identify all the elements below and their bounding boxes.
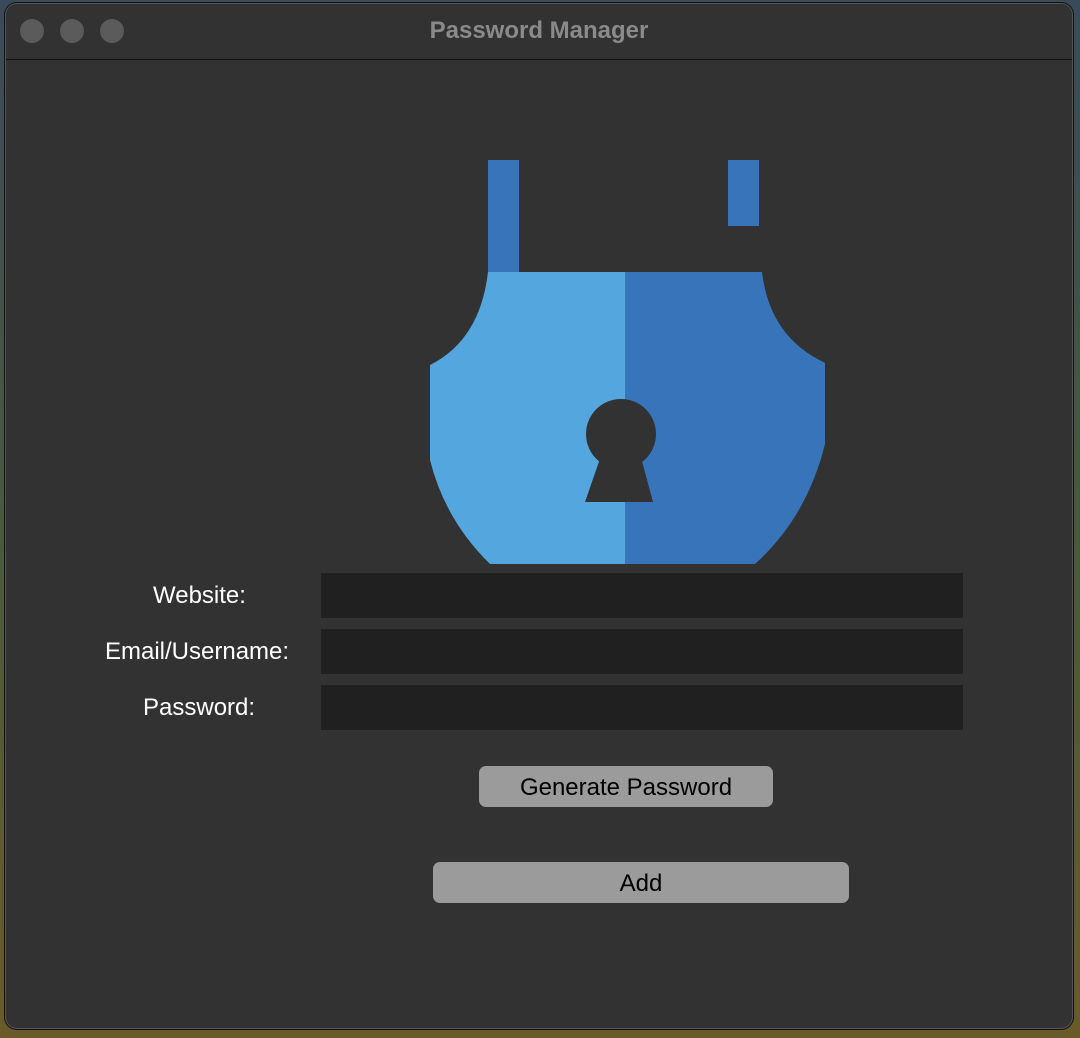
lock-body-right	[625, 272, 825, 564]
add-button[interactable]: Add	[433, 862, 849, 903]
padlock-icon	[430, 160, 825, 564]
email-username-label: Email/Username:	[105, 638, 290, 665]
generate-password-button[interactable]: Generate Password	[479, 766, 773, 807]
email-username-input[interactable]	[321, 629, 963, 674]
title-bar: Password Manager	[6, 4, 1072, 60]
website-input[interactable]	[321, 573, 963, 618]
window-title: Password Manager	[429, 17, 649, 44]
shackle-left	[488, 160, 519, 272]
password-label: Password:	[143, 694, 256, 721]
website-label: Website:	[153, 582, 246, 609]
password-input[interactable]	[321, 685, 963, 730]
shackle-right	[728, 160, 759, 226]
